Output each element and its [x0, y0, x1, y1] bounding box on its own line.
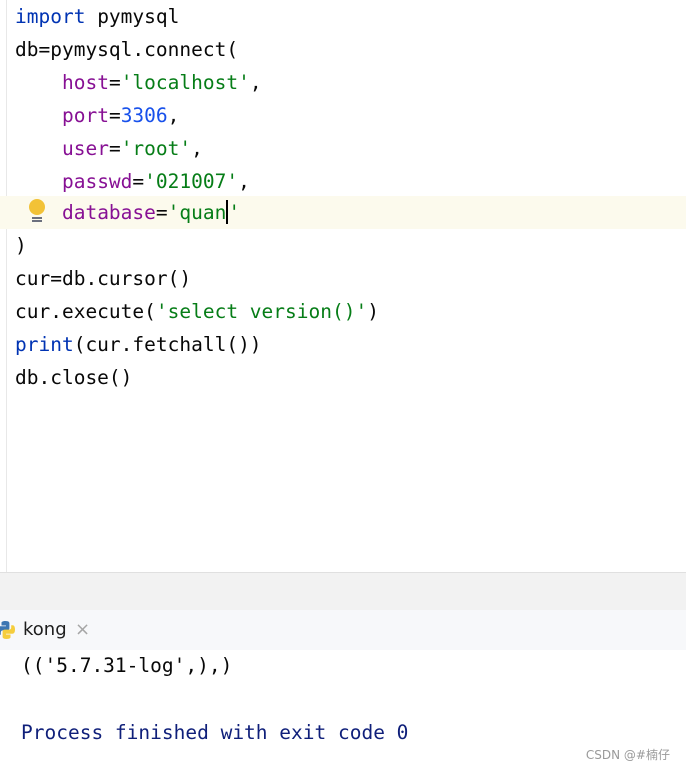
python-icon — [0, 620, 16, 640]
punctuation: , — [191, 137, 203, 160]
code-text: db=pymysql.connect( — [15, 38, 239, 61]
param-name: database — [61, 201, 156, 224]
console-output-line: (('5.7.31-log',),) — [21, 654, 233, 677]
code-line-4[interactable]: port=3306, — [0, 99, 686, 132]
equals-sign: = — [108, 137, 121, 160]
code-line-7-current[interactable]: database='quan ' — [0, 196, 686, 229]
code-line-10[interactable]: cur.execute('select version()') — [0, 295, 686, 328]
equals-sign: = — [132, 170, 145, 193]
param-name: host — [61, 71, 109, 94]
param-name: passwd — [61, 170, 133, 193]
console-exit-line: Process finished with exit code 0 — [21, 721, 409, 744]
string-literal-end: ' — [228, 201, 241, 224]
code-text: ) — [15, 234, 27, 257]
panel-splitter[interactable] — [0, 572, 686, 611]
run-tool-window-tabs: kong × — [0, 610, 686, 650]
code-line-9[interactable]: cur=db.cursor() — [0, 262, 686, 295]
code-line-3[interactable]: host='localhost', — [0, 66, 686, 99]
run-console[interactable]: (('5.7.31-log',),) Process finished with… — [0, 650, 686, 771]
punctuation: , — [249, 71, 262, 94]
equals-sign: = — [155, 201, 168, 224]
code-line-5[interactable]: user='root', — [0, 132, 686, 165]
code-text: pymysql — [85, 5, 180, 28]
param-name: user — [61, 137, 109, 160]
code-text: cur.execute( — [15, 300, 156, 323]
equals-sign: = — [108, 71, 121, 94]
code-text: ) — [367, 300, 379, 323]
string-literal: 'select version()' — [155, 300, 368, 323]
param-name: port — [61, 104, 109, 127]
code-text: cur=db.cursor() — [15, 267, 192, 290]
punctuation: , — [167, 104, 180, 127]
string-literal: 'quan — [167, 201, 227, 224]
punctuation: , — [238, 170, 250, 193]
close-icon[interactable]: × — [75, 619, 90, 640]
code-line-1[interactable]: import pymysql — [0, 0, 686, 33]
keyword: print — [15, 333, 74, 356]
code-line-6[interactable]: passwd='021007', — [0, 165, 686, 198]
code-line-11[interactable]: print(cur.fetchall()) — [0, 328, 686, 361]
string-literal: 'localhost' — [120, 71, 250, 94]
code-editor[interactable]: import pymysql db=pymysql.connect( host=… — [0, 0, 686, 572]
code-text: (cur.fetchall()) — [73, 333, 262, 356]
equals-sign: = — [108, 104, 121, 127]
number-literal: 3306 — [120, 104, 168, 127]
code-line-12[interactable]: db.close() — [0, 361, 686, 394]
code-line-2[interactable]: db=pymysql.connect( — [0, 33, 686, 66]
string-literal: '021007' — [144, 170, 239, 193]
string-literal: 'root' — [120, 137, 192, 160]
code-line-8[interactable]: ) — [0, 229, 686, 262]
keyword: import — [15, 5, 86, 28]
code-text: db.close() — [15, 366, 133, 389]
watermark: CSDN @#楠仔 — [585, 748, 670, 762]
run-tab-kong[interactable]: kong × — [0, 610, 108, 650]
run-tab-label: kong — [23, 619, 67, 640]
